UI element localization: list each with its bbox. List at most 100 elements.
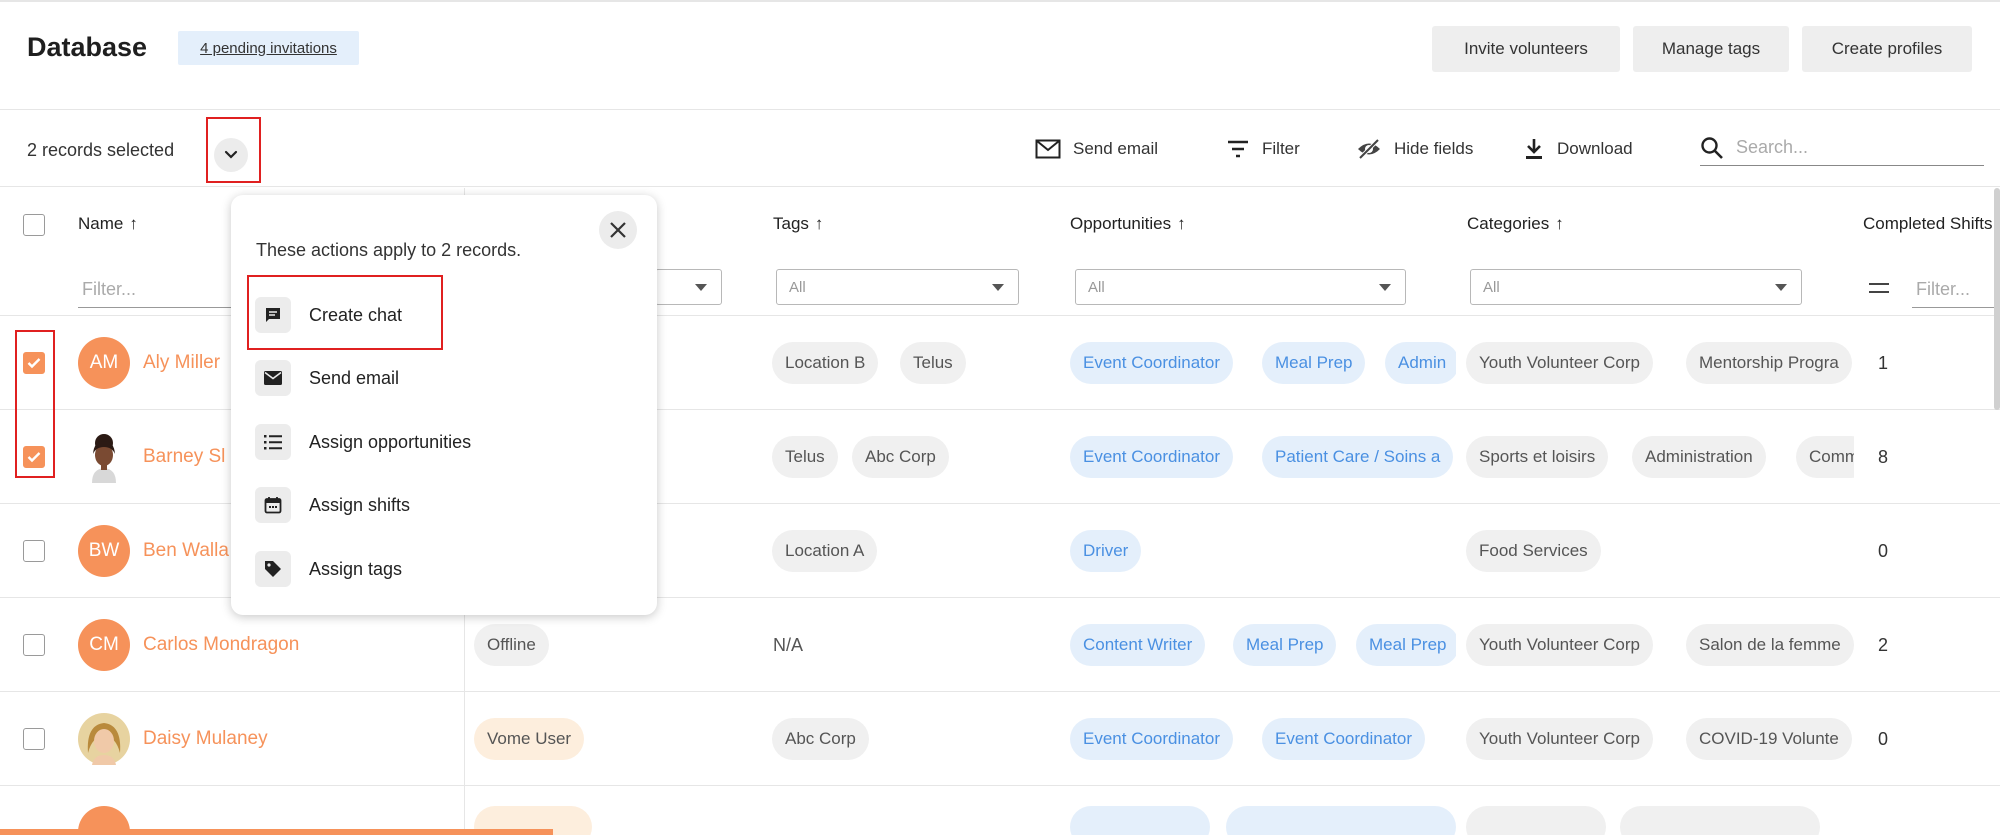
invite-volunteers-button[interactable]: Invite volunteers bbox=[1432, 26, 1620, 72]
sort-arrow-icon: ↑ bbox=[814, 214, 824, 233]
status-filter-select[interactable] bbox=[655, 269, 722, 305]
categories-cell: Youth Volunteer Corp COVID-19 Volunte bbox=[1466, 709, 1854, 769]
opportunities-cell: Event Coordinator Event Coordinator bbox=[1070, 709, 1456, 769]
assign-opportunities-action[interactable]: Assign opportunities bbox=[255, 420, 585, 464]
download-label: Download bbox=[1557, 139, 1633, 158]
category-chip bbox=[1466, 806, 1606, 835]
tag-chip: Location A bbox=[772, 530, 878, 572]
tag-chip: Telus bbox=[900, 342, 966, 384]
assign-shifts-label: Assign shifts bbox=[309, 494, 411, 515]
column-categories-label: Categories bbox=[1467, 214, 1550, 233]
categories-filter-select[interactable]: All bbox=[1470, 269, 1802, 305]
column-categories[interactable]: Categories ↑ bbox=[1467, 214, 1564, 234]
column-name[interactable]: Name ↑ bbox=[78, 214, 138, 234]
popup-note: These actions apply to 2 records. bbox=[256, 240, 522, 260]
avatar: AM bbox=[78, 337, 130, 389]
tags-filter-select[interactable]: All bbox=[776, 269, 1019, 305]
download-tool[interactable]: Download bbox=[1523, 134, 1633, 164]
create-profiles-button[interactable]: Create profiles bbox=[1802, 26, 1972, 72]
categories-cell: Youth Volunteer Corp Salon de la femme bbox=[1466, 615, 1854, 675]
category-chip: Mentorship Progra bbox=[1686, 342, 1852, 384]
avatar: CM bbox=[78, 619, 130, 671]
column-completed-shifts[interactable]: Completed Shifts bbox=[1863, 214, 2000, 234]
opportunity-chip: Driver bbox=[1070, 530, 1142, 572]
category-chip: Youth Volunteer Corp bbox=[1466, 624, 1653, 666]
caret-icon bbox=[1775, 284, 1787, 291]
assign-tags-action[interactable]: Assign tags bbox=[255, 547, 585, 591]
records-selected-label: 2 records selected bbox=[27, 140, 175, 160]
categories-cell: Sports et loisirs Administration Comm bbox=[1466, 427, 1854, 487]
send-email-label: Send email bbox=[1073, 139, 1159, 158]
sort-arrow-icon: ↑ bbox=[129, 214, 138, 233]
highlight-box bbox=[247, 275, 443, 350]
category-chip: Administration bbox=[1632, 436, 1766, 478]
filter-tool[interactable]: Filter bbox=[1226, 134, 1300, 164]
person-avatar-icon bbox=[78, 713, 130, 765]
completed-shifts-value: 0 bbox=[1878, 541, 1889, 561]
caret-icon bbox=[992, 284, 1004, 291]
opportunity-chip: Meal Prep bbox=[1233, 624, 1337, 666]
avatar bbox=[78, 431, 130, 483]
page-title: Database bbox=[27, 32, 148, 62]
completed-shifts-value: 1 bbox=[1878, 353, 1889, 373]
manage-tags-button[interactable]: Manage tags bbox=[1633, 26, 1789, 72]
completed-shifts-value: 2 bbox=[1878, 635, 1889, 655]
volunteer-name-link[interactable]: Carlos Mondragon bbox=[143, 634, 299, 656]
avatar bbox=[78, 713, 130, 765]
tags-filter-value: All bbox=[789, 278, 806, 296]
tags-empty: N/A bbox=[773, 635, 804, 655]
opportunity-chip: Patient Care / Soins a bbox=[1262, 436, 1454, 478]
opportunity-chip: Event Coordinator bbox=[1070, 436, 1234, 478]
download-icon bbox=[1526, 139, 1542, 159]
close-icon bbox=[610, 222, 626, 238]
equals-icon[interactable] bbox=[1868, 282, 1890, 294]
opportunities-cell: Event Coordinator Patient Care / Soins a bbox=[1070, 427, 1456, 487]
table-row[interactable]: Daisy Mulaney Vome User Abc Corp Event C… bbox=[0, 692, 2000, 786]
row-checkbox[interactable] bbox=[23, 634, 45, 656]
search-input[interactable] bbox=[1736, 137, 1966, 158]
status-chip: Offline bbox=[474, 624, 549, 666]
assign-opportunities-label: Assign opportunities bbox=[309, 431, 472, 452]
database-page: Database 4 pending invitations Invite vo… bbox=[0, 0, 2000, 835]
shifts-filter-input[interactable] bbox=[1912, 272, 1994, 308]
send-email-tool[interactable]: Send email bbox=[1035, 134, 1158, 164]
sort-arrow-icon: ↑ bbox=[1555, 214, 1564, 233]
tag-chip: Telus bbox=[772, 436, 838, 478]
column-tags[interactable]: Tags ↑ bbox=[773, 214, 823, 234]
opportunities-filter-value: All bbox=[1088, 278, 1105, 296]
volunteer-name-link[interactable]: Aly Miller bbox=[143, 352, 220, 374]
category-chip: Sports et loisirs bbox=[1466, 436, 1609, 478]
row-checkbox[interactable] bbox=[23, 540, 45, 562]
highlight-box bbox=[15, 330, 55, 478]
pending-invitations-link[interactable]: 4 pending invitations bbox=[178, 31, 359, 65]
list-icon bbox=[255, 424, 291, 460]
volunteer-name-link[interactable]: Ben Walla bbox=[143, 540, 229, 562]
volunteer-name-link[interactable]: Barney Sl bbox=[143, 446, 225, 468]
opportunities-filter-select[interactable]: All bbox=[1075, 269, 1406, 305]
sort-arrow-icon: ↑ bbox=[1177, 214, 1186, 233]
categories-cell: Youth Volunteer Corp Mentorship Progra bbox=[1466, 333, 1854, 393]
select-all-checkbox[interactable] bbox=[23, 214, 45, 236]
eye-off-icon bbox=[1358, 138, 1380, 160]
opportunity-chip: Event Coordinator bbox=[1070, 342, 1234, 384]
row-checkbox[interactable] bbox=[23, 728, 45, 750]
assign-shifts-action[interactable]: Assign shifts bbox=[255, 483, 585, 527]
assign-tags-label: Assign tags bbox=[309, 558, 403, 579]
hide-fields-tool[interactable]: Hide fields bbox=[1356, 134, 1473, 164]
tag-chip: Abc Corp bbox=[852, 436, 949, 478]
caret-icon bbox=[1379, 284, 1391, 291]
tag-chip: Abc Corp bbox=[772, 718, 869, 760]
vertical-scrollbar[interactable] bbox=[1994, 188, 2000, 410]
horizontal-scroll-indicator[interactable] bbox=[0, 829, 553, 835]
search-box[interactable] bbox=[1700, 130, 1984, 166]
column-opportunities[interactable]: Opportunities ↑ bbox=[1070, 214, 1186, 234]
volunteer-name-link[interactable]: Daisy Mulaney bbox=[143, 728, 268, 750]
mail-icon bbox=[1035, 139, 1061, 159]
category-chip: Comm bbox=[1796, 436, 1854, 478]
close-button[interactable] bbox=[599, 211, 637, 249]
opportunity-chip: Meal Prep bbox=[1356, 624, 1456, 666]
name-filter-input[interactable] bbox=[78, 272, 238, 308]
opportunity-chip: Meal Prep bbox=[1262, 342, 1366, 384]
send-email-action[interactable]: Send email bbox=[255, 356, 585, 400]
completed-shifts-value: 0 bbox=[1878, 729, 1889, 749]
